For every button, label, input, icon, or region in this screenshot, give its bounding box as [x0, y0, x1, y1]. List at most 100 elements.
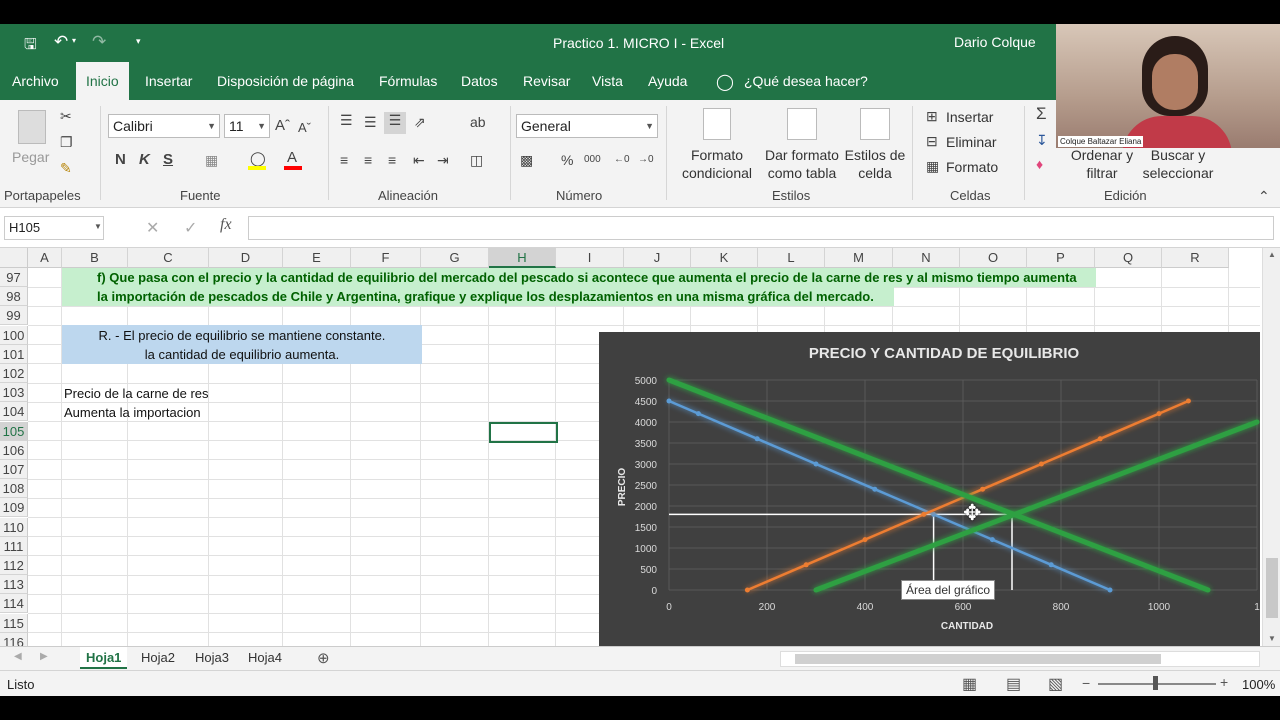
- tab-datos[interactable]: Datos: [451, 62, 508, 100]
- row-header-98[interactable]: 98: [0, 287, 28, 307]
- name-box[interactable]: H105: [4, 216, 104, 240]
- row-header-100[interactable]: 100: [0, 325, 28, 345]
- column-header-l[interactable]: L: [758, 248, 825, 268]
- column-header-k[interactable]: K: [691, 248, 758, 268]
- save-icon[interactable]: 🖫: [24, 34, 37, 59]
- align-middle-icon[interactable]: ☰: [364, 114, 377, 130]
- row-header-109[interactable]: 109: [0, 498, 28, 518]
- column-header-a[interactable]: A: [28, 248, 62, 268]
- undo-icon[interactable]: ↶: [54, 32, 68, 52]
- row-header-116[interactable]: 116: [0, 632, 28, 646]
- currency-icon[interactable]: ▩: [520, 152, 533, 168]
- merge-center-icon[interactable]: ◫: [470, 152, 483, 168]
- font-name-combo[interactable]: Calibri ▼: [108, 114, 220, 138]
- horizontal-scroll-thumb[interactable]: [795, 654, 1161, 664]
- cell-b103[interactable]: Precio de la carne de res: [64, 384, 209, 403]
- zoom-slider-handle[interactable]: [1153, 676, 1158, 690]
- row-header-115[interactable]: 115: [0, 613, 28, 633]
- add-sheet-icon[interactable]: ⊕: [317, 649, 330, 667]
- row-header-107[interactable]: 107: [0, 460, 28, 479]
- orientation-icon[interactable]: ⇗: [414, 114, 426, 130]
- autosum-icon[interactable]: Σ: [1036, 105, 1047, 122]
- format-cells-button[interactable]: Formato: [946, 158, 998, 176]
- align-right-icon[interactable]: ≡: [388, 152, 396, 168]
- clear-icon[interactable]: ♦: [1036, 156, 1043, 172]
- row-header-112[interactable]: 112: [0, 556, 28, 575]
- next-sheet-icon[interactable]: ▶: [40, 651, 48, 662]
- tell-me-search[interactable]: ¿Qué desea hacer?: [744, 73, 868, 89]
- row-header-104[interactable]: 104: [0, 402, 28, 422]
- conditional-format-button[interactable]: Formato condicional: [672, 146, 762, 182]
- underline-button[interactable]: S: [163, 152, 173, 168]
- tab-ayuda[interactable]: Ayuda: [638, 62, 697, 100]
- align-left-icon[interactable]: ≡: [340, 152, 348, 168]
- redo-icon[interactable]: ↷: [92, 32, 106, 52]
- row-header-114[interactable]: 114: [0, 594, 28, 614]
- copy-icon[interactable]: ❐: [60, 134, 73, 150]
- column-header-p[interactable]: P: [1027, 248, 1095, 268]
- italic-button[interactable]: K: [139, 152, 150, 168]
- column-header-f[interactable]: F: [351, 248, 421, 268]
- normal-view-icon[interactable]: ▦: [962, 674, 977, 694]
- enter-icon[interactable]: ✓: [184, 218, 197, 238]
- wrap-text-icon[interactable]: ab: [470, 114, 486, 130]
- font-color-icon[interactable]: A: [287, 150, 297, 166]
- number-format-combo[interactable]: General ▼: [516, 114, 658, 138]
- fill-color-icon[interactable]: ◯: [250, 150, 266, 166]
- page-break-view-icon[interactable]: ▧: [1048, 674, 1063, 694]
- align-center-icon[interactable]: ≡: [364, 152, 372, 168]
- decrease-decimal-icon[interactable]: →0: [638, 152, 654, 168]
- align-bottom-icon[interactable]: ☰: [384, 112, 406, 134]
- grow-font-icon[interactable]: Aˆ: [275, 118, 290, 134]
- row-header-97[interactable]: 97: [0, 268, 28, 287]
- tab-formulas[interactable]: Fórmulas: [369, 62, 447, 100]
- cell-b104[interactable]: Aumenta la importacion: [64, 403, 201, 422]
- sort-filter-button[interactable]: Ordenar y filtrar: [1066, 146, 1138, 182]
- row-header-113[interactable]: 113: [0, 575, 28, 595]
- row-header-111[interactable]: 111: [0, 536, 28, 556]
- row-header-108[interactable]: 108: [0, 479, 28, 499]
- tab-archivo[interactable]: Archivo: [2, 62, 69, 100]
- font-size-combo[interactable]: 11 ▼: [224, 114, 270, 138]
- increase-indent-icon[interactable]: ⇥: [437, 152, 449, 168]
- row-header-106[interactable]: 106: [0, 440, 28, 460]
- borders-icon[interactable]: ▦: [205, 152, 218, 168]
- decrease-indent-icon[interactable]: ⇤: [413, 152, 425, 168]
- sheet-tab-hoja2[interactable]: Hoja2: [135, 647, 181, 669]
- delete-cells-button[interactable]: Eliminar: [946, 133, 997, 151]
- column-header-g[interactable]: G: [421, 248, 489, 268]
- column-header-q[interactable]: Q: [1095, 248, 1162, 268]
- horizontal-scrollbar[interactable]: [780, 651, 1260, 667]
- column-header-r[interactable]: R: [1162, 248, 1229, 268]
- sheet-tab-hoja4[interactable]: Hoja4: [242, 647, 288, 669]
- bold-button[interactable]: N: [115, 152, 126, 168]
- zoom-in-icon[interactable]: +: [1220, 674, 1228, 690]
- fill-icon[interactable]: ↧: [1036, 132, 1048, 148]
- shrink-font-icon[interactable]: Aˇ: [298, 120, 311, 136]
- customize-qat-icon[interactable]: ▾: [136, 36, 141, 47]
- prev-sheet-icon[interactable]: ◀: [14, 651, 22, 662]
- cancel-icon[interactable]: ✕: [146, 218, 159, 238]
- format-painter-icon[interactable]: ✎: [60, 160, 72, 176]
- active-cell-h105[interactable]: [489, 422, 558, 443]
- column-header-b[interactable]: B: [62, 248, 128, 268]
- percent-icon[interactable]: %: [561, 152, 573, 168]
- scroll-up-icon[interactable]: ▲: [1268, 250, 1276, 259]
- align-top-icon[interactable]: ☰: [340, 112, 353, 128]
- row-header-105[interactable]: 105: [0, 421, 28, 441]
- sheet-tab-hoja3[interactable]: Hoja3: [189, 647, 235, 669]
- insert-function-icon[interactable]: fx: [220, 216, 232, 234]
- column-header-j[interactable]: J: [624, 248, 691, 268]
- increase-decimal-icon[interactable]: ←0: [614, 152, 630, 168]
- vertical-scrollbar[interactable]: ▲ ▼: [1262, 248, 1280, 646]
- scroll-down-icon[interactable]: ▼: [1268, 634, 1276, 643]
- row-header-101[interactable]: 101: [0, 344, 28, 364]
- column-header-c[interactable]: C: [128, 248, 209, 268]
- row-header-103[interactable]: 103: [0, 383, 28, 403]
- tab-disposicion[interactable]: Disposición de página: [207, 62, 364, 100]
- formula-input[interactable]: [248, 216, 1274, 240]
- vertical-scroll-thumb[interactable]: [1266, 558, 1278, 618]
- sheet-tab-hoja1[interactable]: Hoja1: [80, 647, 128, 669]
- column-header-d[interactable]: D: [209, 248, 283, 268]
- name-box-dropdown-icon[interactable]: ▼: [94, 222, 102, 231]
